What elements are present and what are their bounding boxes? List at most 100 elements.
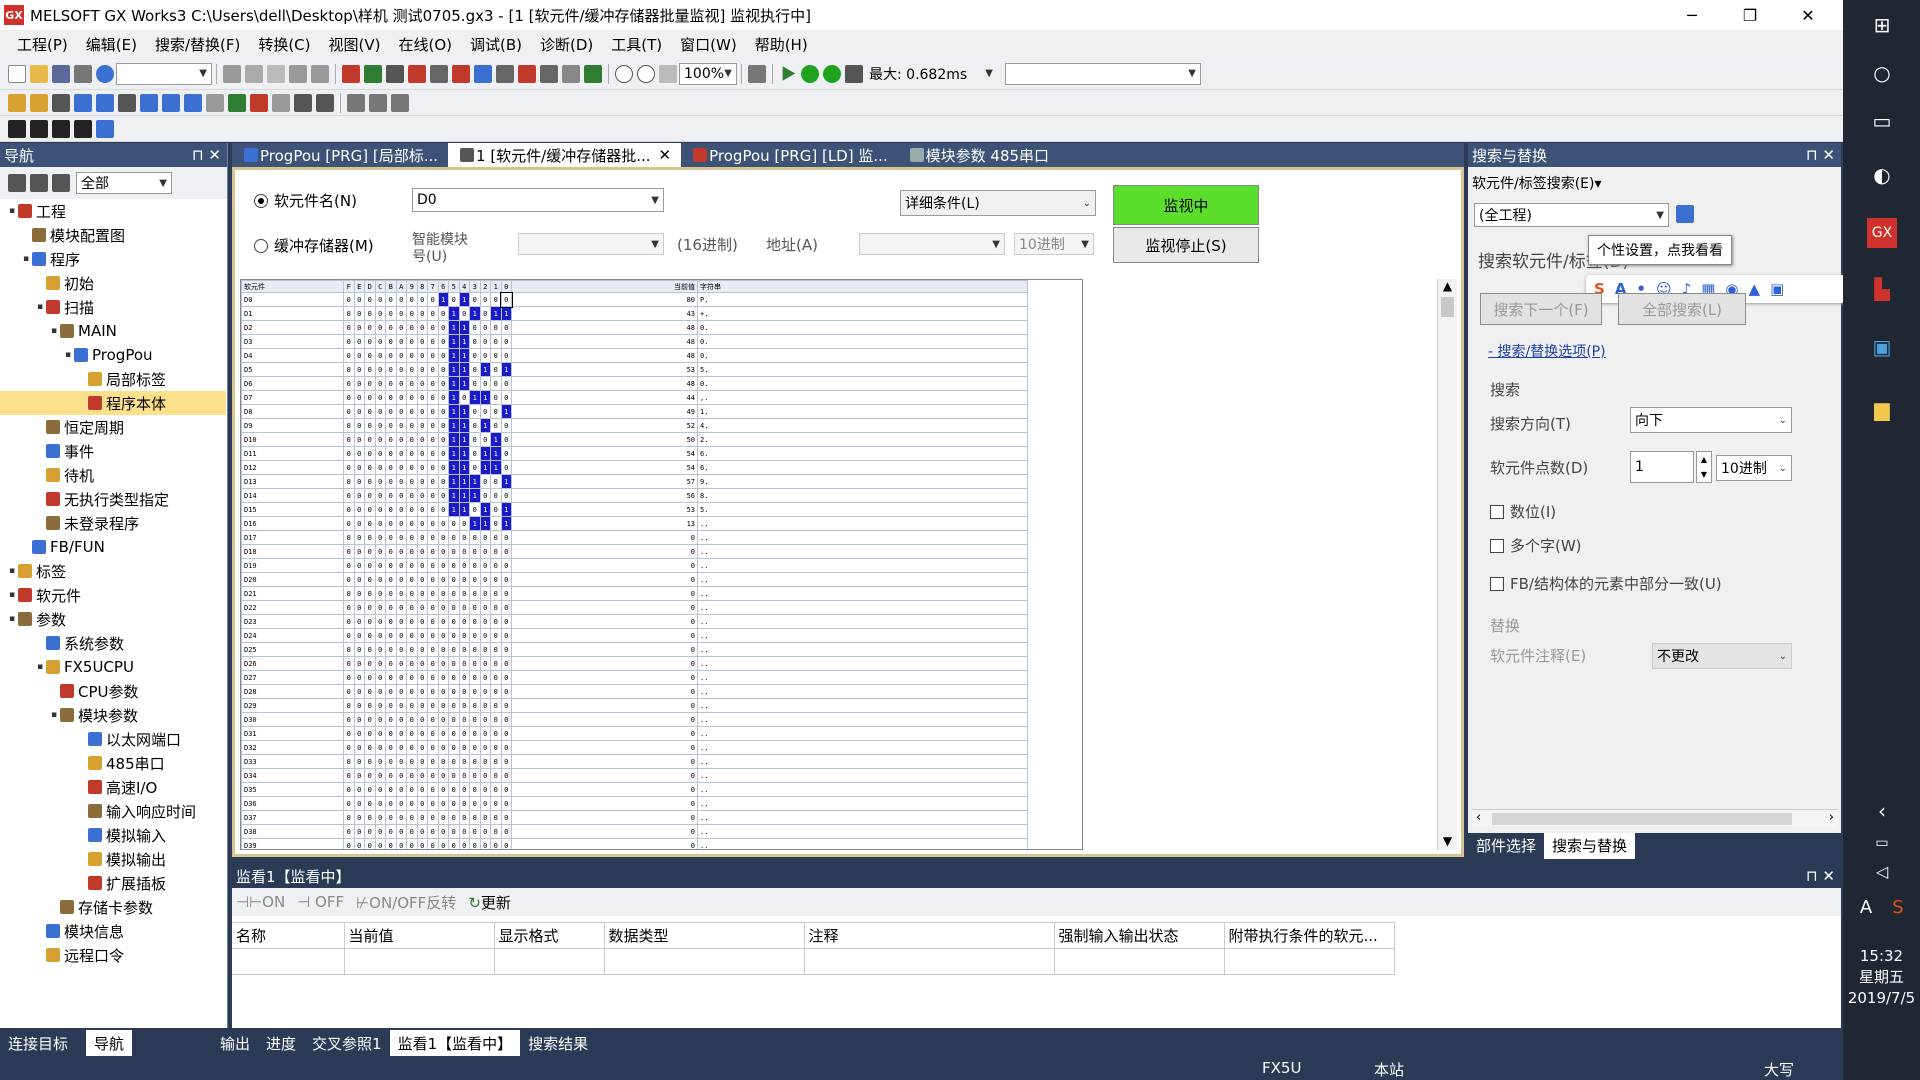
pin-close-icon[interactable]: ⊓ ✕ [1806,867,1835,885]
maximize-button[interactable]: ❐ [1722,0,1778,30]
tree-item-23[interactable]: 485串口 [0,751,226,775]
menu-item-5[interactable]: 在线(O) [389,34,461,55]
table-row[interactable]: D6 0 0 0 0 0 0 0 0 0 0 1 1 0 0 0 0 48 0. [241,376,1028,391]
scroll-right-icon[interactable]: › [1829,810,1834,825]
windows-start-icon[interactable]: ⊞ [1867,10,1897,40]
menu-item-7[interactable]: 诊断(D) [531,34,602,55]
ladder-tool-10-icon[interactable] [206,93,224,112]
force-off-button[interactable]: ⊣ OFF [297,893,344,911]
run-icon[interactable] [584,64,602,83]
tab-output[interactable]: 输出 [212,1030,258,1056]
scroll-left-icon[interactable]: ‹ [1476,810,1481,825]
table-row[interactable]: D7 0 0 0 0 0 0 0 0 0 0 1 0 1 1 0 0 44,. [241,390,1028,405]
direction-select[interactable]: 向下 ⌄ [1630,407,1792,433]
multiword-check[interactable] [1490,538,1504,553]
pdf-icon[interactable]: ▙ [1867,274,1897,304]
detail-conditions-button[interactable]: 详细条件(L) ⌄ [900,190,1096,216]
save-icon[interactable] [52,64,70,83]
scope-options-icon[interactable] [1676,205,1694,223]
tree-item-8[interactable]: 程序本体 [0,391,226,415]
address-input[interactable]: ▼ [859,233,1005,255]
ladder-tool-15-icon[interactable] [316,93,334,112]
tree-item-17[interactable]: ▪ 参数 [0,607,226,631]
table-row[interactable]: D20 0 0 0 0 0 0 0 0 0 0 0 0 0 0 0 0 0.. [241,572,1028,587]
nav-filter-select[interactable]: 全部 ▼ [76,172,172,194]
volume-icon[interactable]: ◁ [1867,856,1897,886]
expand-toggle-icon[interactable]: ▪ [34,662,46,672]
tree-item-1[interactable]: 模块配置图 [0,223,226,247]
verify-icon[interactable] [386,64,404,83]
table-row[interactable]: D26 0 0 0 0 0 0 0 0 0 0 0 0 0 0 0 0 0.. [241,656,1028,671]
tree-item-12[interactable]: 无执行类型指定 [0,487,226,511]
tree-item-18[interactable]: 系统参数 [0,631,226,655]
expand-toggle-icon[interactable]: ▪ [34,302,46,312]
stop-monitor-button[interactable]: 监视停止(S) [1113,227,1259,263]
multiword-checkbox[interactable]: 多个字(W) [1490,535,1582,556]
search-scope-select[interactable]: (全工程) ▼ [1474,203,1669,227]
tree-item-6[interactable]: ▪ ProgPou [0,343,226,367]
menu-item-1[interactable]: 编辑(E) [77,34,146,55]
contact-icon[interactable] [8,119,26,138]
table-row[interactable]: D24 0 0 0 0 0 0 0 0 0 0 0 0 0 0 0 0 0.. [241,628,1028,643]
zoom-select[interactable]: 100% ▼ [679,62,737,85]
tree-item-22[interactable]: 以太网端口 [0,727,226,751]
monitor-icon[interactable] [540,64,558,83]
device-icon[interactable] [430,64,448,83]
device-radio[interactable]: 软元件名(N) [254,190,357,211]
nav-tool-1-icon[interactable] [8,174,26,192]
ladder-tool-5-icon[interactable] [96,93,114,112]
update-button[interactable]: ↻更新 [468,892,511,913]
expand-toggle-icon[interactable]: ▪ [6,590,18,600]
pin-close-icon[interactable]: ⊓ ✕ [192,146,221,164]
tree-item-20[interactable]: CPU参数 [0,679,226,703]
tree-item-26[interactable]: 模拟输入 [0,823,226,847]
app-2-icon[interactable]: ▣ [1867,332,1897,362]
cut-icon[interactable] [223,64,241,83]
display-format-icon[interactable] [96,119,114,138]
menu-item-4[interactable]: 视图(V) [320,34,390,55]
buffer-radio-button[interactable] [254,238,268,253]
menu-item-10[interactable]: 帮助(H) [746,34,817,55]
ladder-tool-11-icon[interactable] [228,93,246,112]
undo-icon[interactable] [289,64,307,83]
table-row[interactable]: D28 0 0 0 0 0 0 0 0 0 0 0 0 0 0 0 0 0.. [241,684,1028,699]
table-row[interactable]: D17 0 0 0 0 0 0 0 0 0 0 0 0 0 0 0 0 0.. [241,530,1028,545]
expand-toggle-icon[interactable]: ▪ [48,326,60,336]
bit-check[interactable] [1490,504,1504,519]
tab-progpou-ld[interactable]: ProgPou [PRG] [LD] 监... [681,143,898,167]
menu-item-6[interactable]: 调试(B) [461,34,531,55]
gear-icon[interactable] [52,174,70,192]
table-row[interactable]: D1 0 0 0 0 0 0 0 0 0 0 1 0 1 0 1 1 43 +. [241,306,1028,321]
tree-item-11[interactable]: 待机 [0,463,226,487]
smart-module-select[interactable]: ▼ [518,233,664,255]
tree-item-2[interactable]: ▪ 程序 [0,247,226,271]
tree-item-10[interactable]: 事件 [0,439,226,463]
convert-icon[interactable] [496,64,514,83]
table-row[interactable]: D36 0 0 0 0 0 0 0 0 0 0 0 0 0 0 0 0 0.. [241,796,1028,811]
table-row[interactable]: D22 0 0 0 0 0 0 0 0 0 0 0 0 0 0 0 0 0.. [241,600,1028,615]
toolbar-combo[interactable]: ▼ [116,62,212,85]
scroll-up-icon[interactable]: ▲ [1438,279,1457,293]
ladder-tool-6-icon[interactable] [118,93,136,112]
count-input[interactable]: 1 [1630,451,1694,483]
ladder-icon[interactable] [562,64,580,83]
hscroll-thumb[interactable] [1492,813,1792,825]
open-icon[interactable] [30,64,48,83]
search-all-button[interactable]: 全部搜索(L) [1618,293,1746,325]
fb-check[interactable] [1490,576,1504,591]
expand-toggle-icon[interactable]: ▪ [62,350,74,360]
online-icon[interactable] [518,64,536,83]
grid-scrollbar[interactable]: ▲ ▼ [1437,279,1457,850]
table-row[interactable]: D30 0 0 0 0 0 0 0 0 0 0 0 0 0 0 0 0 0.. [241,712,1028,727]
chevron-left-icon[interactable]: ‹ [1867,796,1897,826]
close-button[interactable]: ✕ [1780,0,1836,30]
table-row[interactable]: D39 0 0 0 0 0 0 0 0 0 0 0 0 0 0 0 0 0.. [241,838,1028,849]
tab-progress[interactable]: 进度 [258,1030,304,1056]
nav-tool-2-icon[interactable] [30,174,48,192]
table-row[interactable]: D29 0 0 0 0 0 0 0 0 0 0 0 0 0 0 0 0 0.. [241,698,1028,713]
table-row[interactable]: D15 0 0 0 0 0 0 0 0 0 0 1 1 0 1 0 1 53 5. [241,502,1028,517]
toolbar-empty-combo[interactable]: ▼ [1005,62,1201,85]
table-row[interactable]: D9 0 0 0 0 0 0 0 0 0 0 1 1 0 1 0 0 52 4. [241,418,1028,433]
tree-item-29[interactable]: 存储卡参数 [0,895,226,919]
search-mode-menu[interactable]: 软元件/标签搜索(E)▾ [1472,173,1602,193]
